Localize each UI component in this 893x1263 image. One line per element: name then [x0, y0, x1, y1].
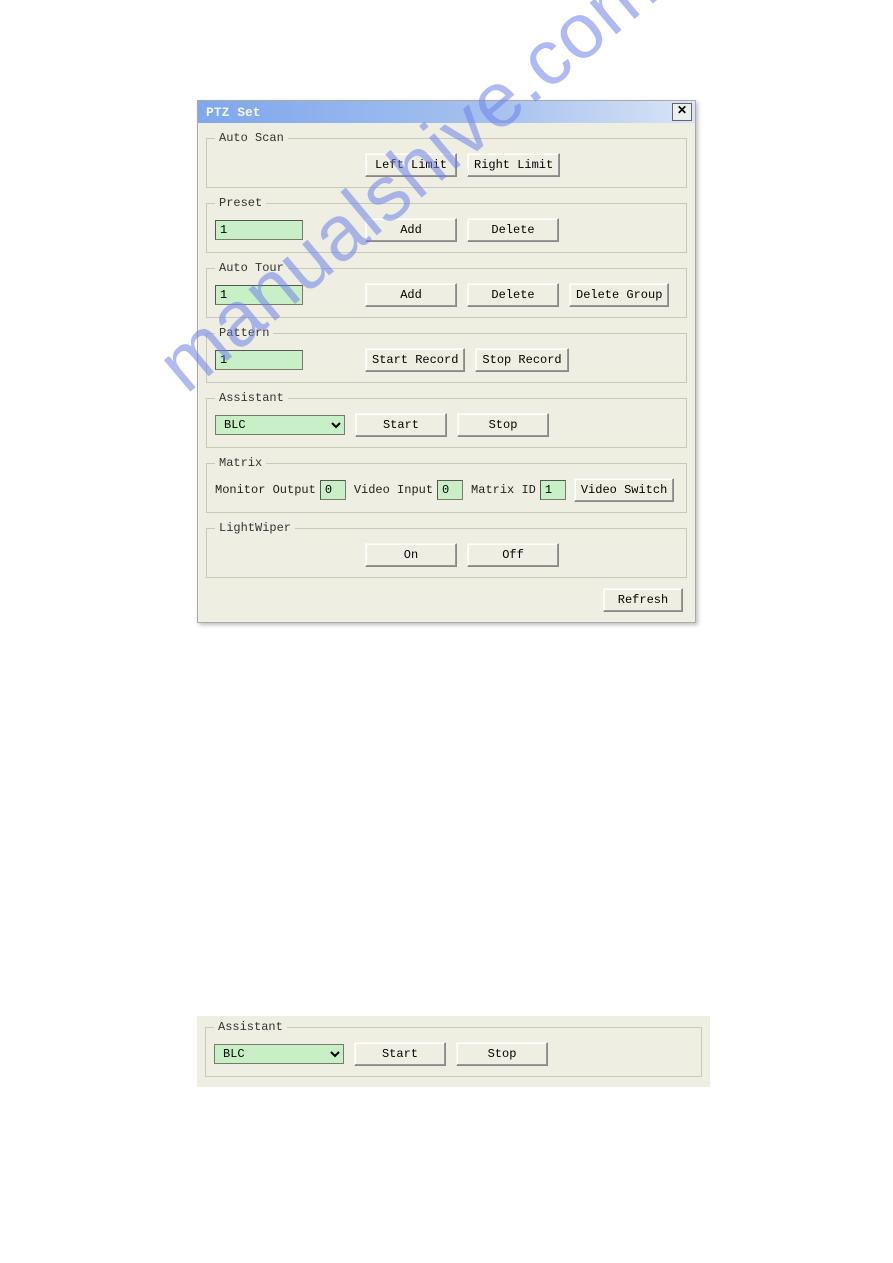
close-icon: ✕ [677, 103, 687, 117]
video-input-label: Video Input [354, 483, 433, 497]
assistant-group-2: Assistant BLC Start Stop [205, 1020, 702, 1077]
matrix-legend: Matrix [215, 456, 266, 470]
preset-input[interactable] [215, 220, 303, 240]
assistant-legend-2: Assistant [214, 1020, 287, 1034]
auto-tour-delete-group-button[interactable]: Delete Group [569, 283, 669, 307]
assistant-start-button-2[interactable]: Start [354, 1042, 446, 1066]
preset-delete-button[interactable]: Delete [467, 218, 559, 242]
matrix-id-input[interactable] [540, 480, 566, 500]
lightwiper-group: LightWiper On Off [206, 521, 687, 578]
video-input-input[interactable] [437, 480, 463, 500]
assistant-start-button[interactable]: Start [355, 413, 447, 437]
pattern-group: Pattern Start Record Stop Record [206, 326, 687, 383]
right-limit-button[interactable]: Right Limit [467, 153, 560, 177]
preset-add-button[interactable]: Add [365, 218, 457, 242]
assistant-legend: Assistant [215, 391, 288, 405]
close-button[interactable]: ✕ [672, 103, 692, 121]
preset-group: Preset Add Delete [206, 196, 687, 253]
preset-legend: Preset [215, 196, 266, 210]
assistant-group: Assistant BLC Start Stop [206, 391, 687, 448]
assistant-stop-button-2[interactable]: Stop [456, 1042, 548, 1066]
auto-tour-input[interactable] [215, 285, 303, 305]
auto-scan-group: Auto Scan Left Limit Right Limit [206, 131, 687, 188]
assistant-panel-standalone: Assistant BLC Start Stop [197, 1016, 710, 1087]
ptz-set-dialog: PTZ Set ✕ Auto Scan Left Limit Right Lim… [197, 100, 696, 623]
assistant-stop-button[interactable]: Stop [457, 413, 549, 437]
titlebar: PTZ Set ✕ [198, 101, 695, 123]
assistant-select-2[interactable]: BLC [214, 1044, 344, 1064]
lightwiper-on-button[interactable]: On [365, 543, 457, 567]
pattern-input[interactable] [215, 350, 303, 370]
monitor-output-input[interactable] [320, 480, 346, 500]
video-switch-button[interactable]: Video Switch [574, 478, 674, 502]
auto-scan-legend: Auto Scan [215, 131, 288, 145]
matrix-id-label: Matrix ID [471, 483, 536, 497]
assistant-select[interactable]: BLC [215, 415, 345, 435]
dialog-body: Auto Scan Left Limit Right Limit Preset … [198, 123, 695, 622]
pattern-legend: Pattern [215, 326, 273, 340]
monitor-output-label: Monitor Output [215, 483, 316, 497]
start-record-button[interactable]: Start Record [365, 348, 465, 372]
auto-tour-group: Auto Tour Add Delete Delete Group [206, 261, 687, 318]
left-limit-button[interactable]: Left Limit [365, 153, 457, 177]
dialog-title: PTZ Set [206, 105, 261, 120]
refresh-row: Refresh [206, 586, 687, 612]
auto-tour-delete-button[interactable]: Delete [467, 283, 559, 307]
lightwiper-off-button[interactable]: Off [467, 543, 559, 567]
auto-tour-add-button[interactable]: Add [365, 283, 457, 307]
refresh-button[interactable]: Refresh [603, 588, 683, 612]
stop-record-button[interactable]: Stop Record [475, 348, 568, 372]
matrix-group: Matrix Monitor Output Video Input Matrix… [206, 456, 687, 513]
auto-tour-legend: Auto Tour [215, 261, 288, 275]
lightwiper-legend: LightWiper [215, 521, 295, 535]
